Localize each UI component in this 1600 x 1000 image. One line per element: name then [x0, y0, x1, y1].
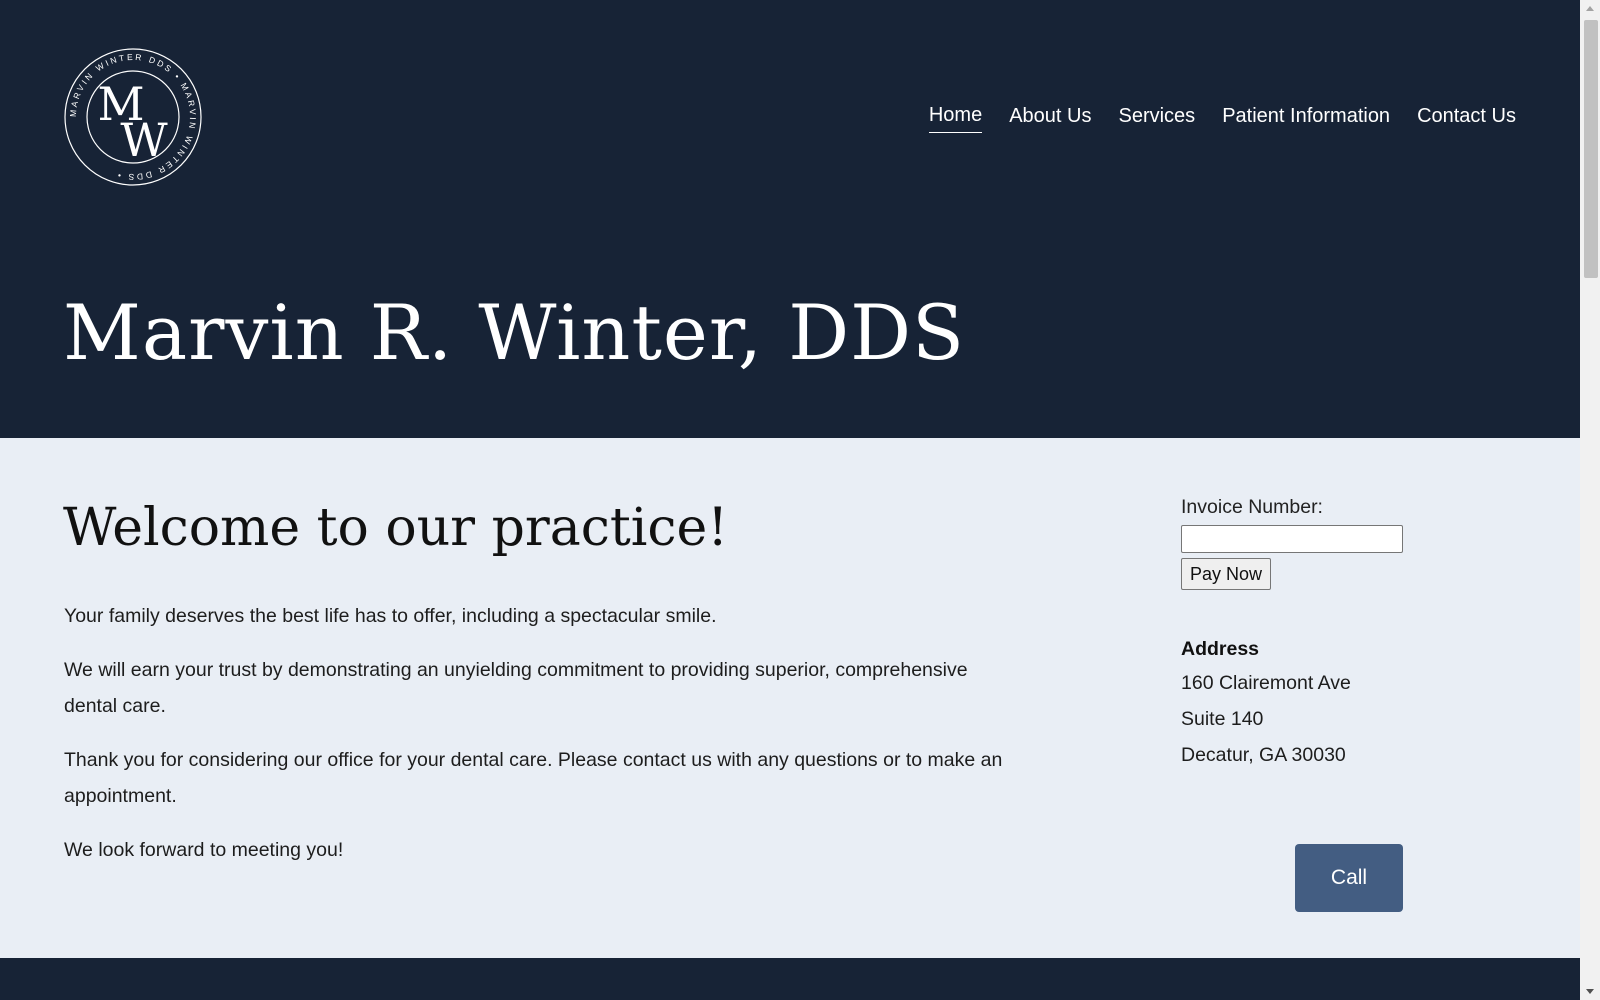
site-footer: [0, 958, 1580, 1000]
call-button[interactable]: Call: [1295, 844, 1403, 912]
site-title: Marvin R. Winter, DDS: [63, 288, 966, 377]
main-content: Welcome to our practice! Your family des…: [0, 438, 1580, 958]
intro-text: Your family deserves the best life has t…: [64, 598, 1024, 886]
logo[interactable]: MARVIN WINTER DDS • MARVIN WINTER DDS • …: [64, 48, 202, 186]
sidebar: Invoice Number: Pay Now Address 160 Clai…: [1181, 496, 1521, 912]
scrollbar-thumb[interactable]: [1584, 20, 1598, 278]
paragraph: Thank you for considering our office for…: [64, 749, 1003, 807]
scroll-up-arrow-icon[interactable]: [1580, 0, 1600, 16]
logo-monogram-w: W: [120, 113, 168, 167]
nav-services[interactable]: Services: [1118, 105, 1195, 133]
logo-emblem-icon: MARVIN WINTER DDS • MARVIN WINTER DDS • …: [64, 48, 202, 186]
site-header: MARVIN WINTER DDS • MARVIN WINTER DDS • …: [0, 0, 1580, 438]
address-heading: Address: [1181, 638, 1260, 660]
nav-about-us[interactable]: About Us: [1009, 105, 1091, 133]
invoice-number-label: Invoice Number:: [1181, 496, 1323, 518]
paragraph: We look forward to meeting you!: [64, 839, 344, 861]
page: MARVIN WINTER DDS • MARVIN WINTER DDS • …: [0, 0, 1580, 1000]
address-line: Decatur, GA 30030: [1181, 744, 1346, 766]
vertical-scrollbar[interactable]: [1580, 0, 1600, 1000]
nav-patient-information[interactable]: Patient Information: [1222, 105, 1390, 133]
address-line: Suite 140: [1181, 708, 1264, 730]
main-nav: Home About Us Services Patient Informati…: [928, 104, 1516, 133]
paragraph: We will earn your trust by demonstrating…: [64, 659, 968, 717]
scroll-down-arrow-icon[interactable]: [1580, 984, 1600, 1000]
paragraph: Your family deserves the best life has t…: [64, 605, 717, 627]
address-line: 160 Clairemont Ave: [1181, 672, 1351, 694]
pay-now-button[interactable]: Pay Now: [1181, 558, 1272, 590]
welcome-heading: Welcome to our practice!: [63, 498, 729, 558]
nav-contact-us[interactable]: Contact Us: [1417, 105, 1516, 133]
nav-home[interactable]: Home: [928, 104, 983, 133]
invoice-number-input[interactable]: [1181, 525, 1403, 553]
